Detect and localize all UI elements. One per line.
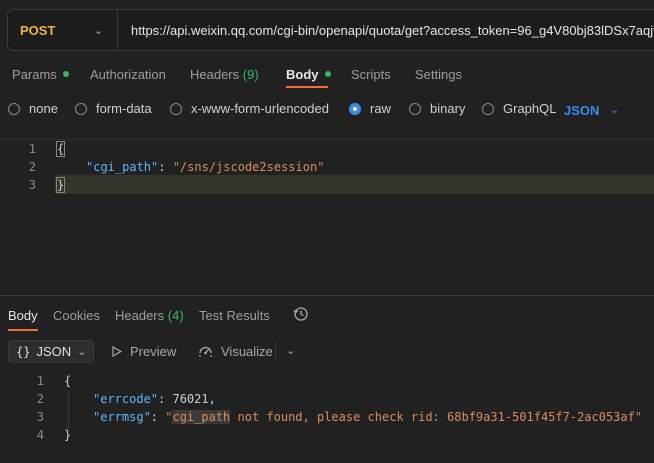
json-key: "errmsg" [93, 410, 151, 424]
response-tabs: Body Cookies Headers (4) Test Results [0, 306, 654, 328]
open-brace: { [64, 374, 72, 388]
radio-graphql[interactable]: GraphQL [482, 101, 556, 116]
response-toolbar: {} JSON ⌄ Preview Visualize ⌄ [0, 340, 654, 364]
tab-headers[interactable]: Headers (9) [190, 67, 259, 82]
preview-label: Preview [130, 344, 177, 359]
radio-binary-label: binary [430, 101, 466, 116]
line-number: 3 [28, 178, 36, 192]
chevron-down-icon: ⌄ [286, 345, 296, 357]
tab-authorization[interactable]: Authorization [90, 67, 166, 82]
radio-graphql-label: GraphQL [503, 101, 557, 116]
chevron-down-icon[interactable]: ⌄ [610, 103, 619, 116]
response-headers-count: (4) [167, 308, 184, 323]
visualize-icon [199, 346, 212, 357]
response-tab-headers[interactable]: Headers (4) [115, 308, 184, 323]
radio-circle-icon [482, 102, 494, 115]
json-colon: : [158, 392, 173, 406]
params-indicator-dot [62, 71, 69, 77]
active-tab-underline [286, 86, 328, 88]
radio-none[interactable]: none [8, 101, 58, 116]
radio-raw-label: raw [370, 101, 391, 116]
close-brace: } [64, 428, 72, 442]
preview-button[interactable]: Preview [112, 344, 176, 359]
response-tab-headers-label: Headers [115, 308, 165, 323]
indent-guide [68, 391, 69, 429]
radio-form-data[interactable]: form-data [75, 101, 152, 116]
json-value: "/sns/jscode2session" [172, 160, 325, 174]
tab-body-label: Body [286, 67, 319, 82]
radio-circle-icon [8, 102, 20, 115]
response-tab-test-results[interactable]: Test Results [199, 308, 270, 323]
response-tab-cookies[interactable]: Cookies [53, 308, 100, 323]
radio-raw[interactable]: raw [349, 101, 391, 116]
url-input[interactable]: https://api.weixin.qq.com/cgi-bin/openap… [118, 23, 654, 38]
close-brace: } [55, 177, 66, 193]
request-tabs: Params Authorization Headers (9) Body Sc… [0, 62, 654, 88]
errcode-value: 76021 [172, 392, 209, 406]
radio-selected-icon [349, 102, 361, 115]
errcode-line: "errcode": 76021, [93, 392, 216, 406]
json-key: "errcode" [93, 392, 159, 406]
line-number: 2 [36, 392, 44, 406]
open-brace: { [55, 141, 66, 157]
response-format-label: JSON [36, 344, 72, 359]
visualize-label: Visualize [221, 344, 273, 359]
headers-count: (9) [242, 67, 259, 82]
chevron-down-icon: ⌄ [77, 346, 87, 358]
response-format-dropdown[interactable]: {} JSON ⌄ [8, 340, 94, 363]
line-number: 1 [36, 374, 44, 388]
chevron-down-icon: ⌄ [93, 24, 103, 37]
line-number: 1 [28, 142, 36, 156]
errmsg-value: not found, please check rid: 68bf9a31-50… [230, 410, 643, 424]
history-icon[interactable] [293, 306, 309, 325]
tab-params-label: Params [12, 67, 57, 82]
json-key: "cgi_path" [86, 160, 159, 174]
radio-none-label: none [29, 101, 58, 116]
body-type-options: none form-data x-www-form-urlencoded raw… [0, 101, 654, 121]
method-selector[interactable]: POST ⌄ [8, 10, 118, 50]
radio-circle-icon [409, 102, 421, 115]
errmsg-line: "errmsg": "cgi_path not found, please ch… [93, 410, 642, 424]
radio-form-data-label: form-data [96, 101, 152, 116]
code-line: "cgi_path": "/sns/jscode2session" [86, 160, 324, 174]
tab-body[interactable]: Body [286, 67, 331, 82]
line-number: 2 [28, 160, 36, 174]
radio-urlencoded-label: x-www-form-urlencoded [191, 101, 329, 116]
json-comma: , [208, 392, 216, 406]
response-tab-body[interactable]: Body [8, 308, 38, 323]
response-active-tab-underline [8, 329, 38, 331]
line-number: 4 [36, 428, 44, 442]
radio-binary[interactable]: binary [409, 101, 465, 116]
body-format-dropdown[interactable]: JSON [564, 103, 599, 118]
play-icon [112, 346, 122, 357]
json-colon: : [158, 160, 173, 174]
tab-settings[interactable]: Settings [415, 67, 462, 82]
json-colon: : [150, 410, 166, 424]
toolbar-divider [275, 343, 276, 360]
radio-circle-icon [170, 102, 182, 115]
radio-circle-icon [75, 102, 87, 115]
radio-urlencoded[interactable]: x-www-form-urlencoded [170, 101, 329, 116]
tab-scripts[interactable]: Scripts [351, 67, 391, 82]
tab-params[interactable]: Params [12, 67, 69, 82]
tab-headers-label: Headers [190, 67, 240, 82]
url-bar: POST ⌄ https://api.weixin.qq.com/cgi-bin… [7, 9, 654, 51]
current-line-highlight [55, 175, 654, 194]
body-indicator-dot [324, 71, 331, 77]
line-number: 3 [36, 410, 44, 424]
braces-icon: {} [16, 344, 31, 359]
visualize-button[interactable]: Visualize [198, 344, 273, 359]
errmsg-highlight: cgi_path [172, 410, 231, 424]
method-label: POST [20, 22, 56, 38]
visualize-options-chevron[interactable]: ⌄ [286, 344, 295, 357]
